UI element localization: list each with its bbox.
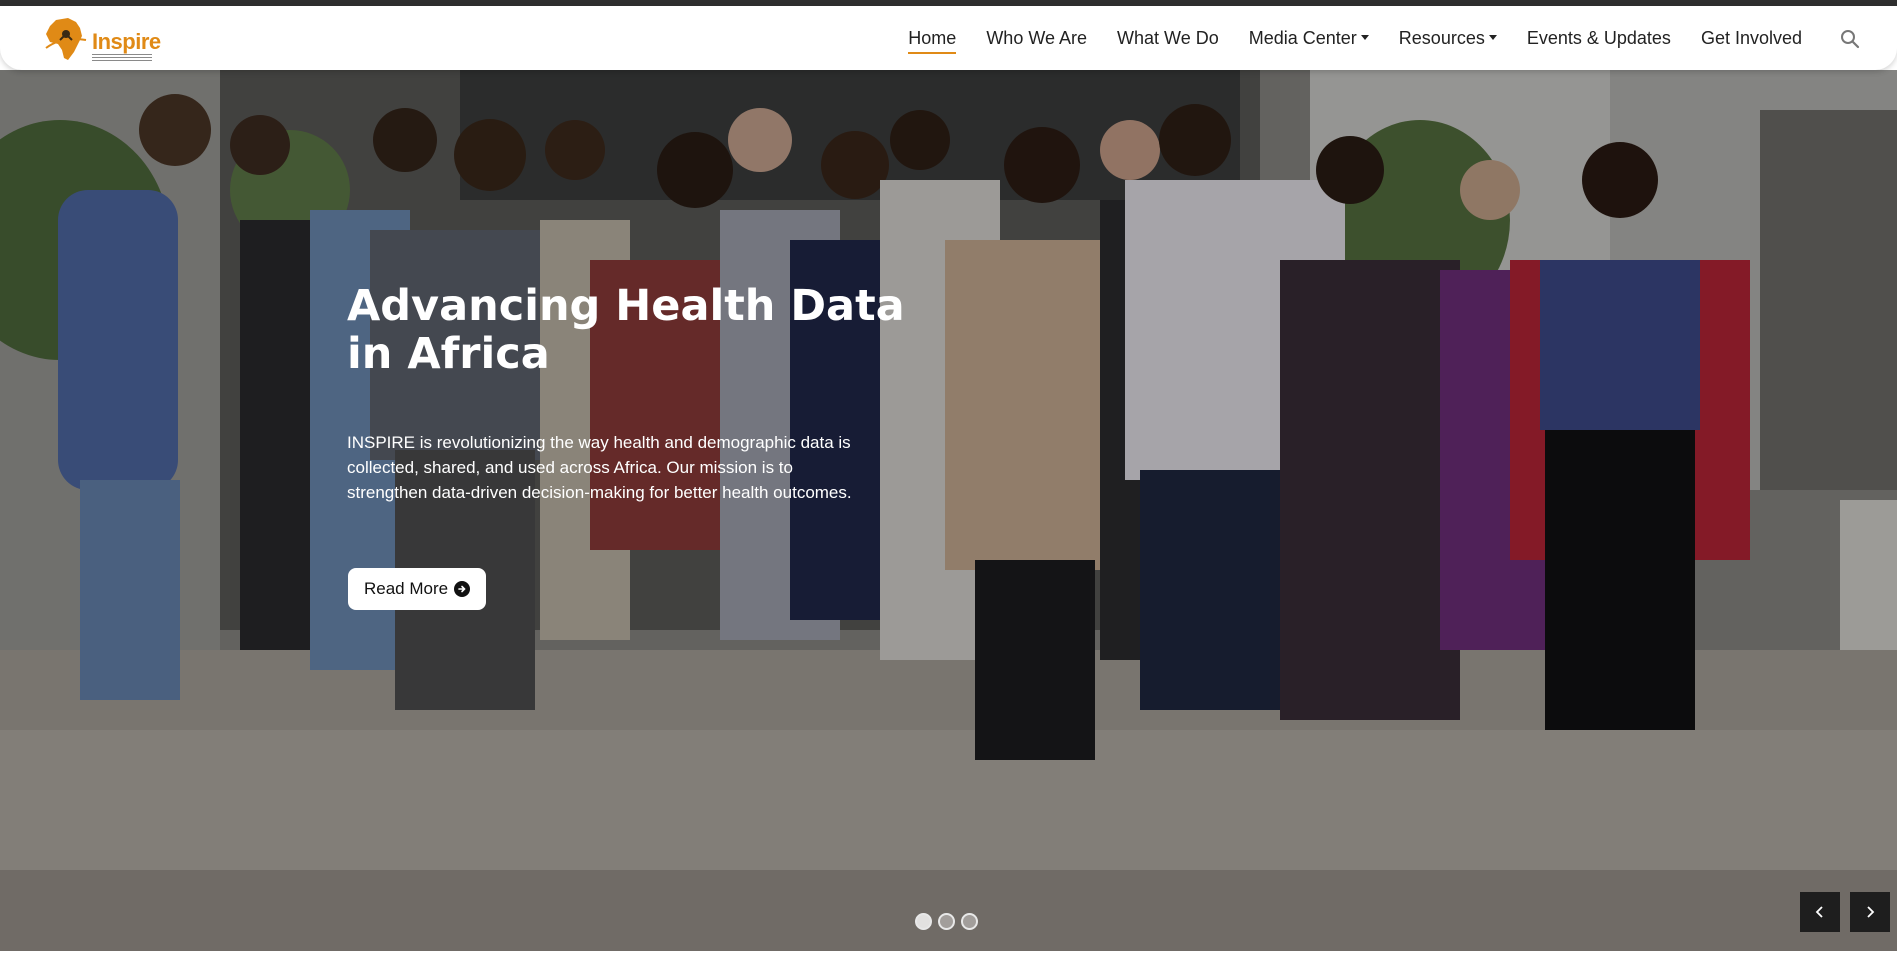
nav-who-we-are[interactable]: Who We Are bbox=[971, 6, 1102, 70]
nav-home-label: Home bbox=[908, 27, 957, 48]
nav-what-we-do-label: What We Do bbox=[1117, 27, 1219, 48]
carousel-dot-2[interactable] bbox=[938, 913, 955, 930]
carousel-next-button[interactable] bbox=[1850, 892, 1890, 932]
read-more-button[interactable]: Read More bbox=[348, 568, 487, 610]
nav-events-updates-label: Events & Updates bbox=[1526, 27, 1671, 48]
hero-carousel: Advancing Health Data in Africa INSPIRE … bbox=[0, 70, 1897, 953]
main-nav: Home Who We Are What We Do Media Center … bbox=[893, 6, 1817, 70]
search-icon bbox=[1841, 30, 1860, 49]
hero-title: Advancing Health Data in Africa bbox=[347, 281, 905, 379]
nav-what-we-do[interactable]: What We Do bbox=[1102, 6, 1234, 70]
logo-text: Inspire bbox=[92, 29, 161, 54]
nav-media-center-label: Media Center bbox=[1248, 27, 1357, 48]
caret-down-icon bbox=[1360, 34, 1369, 40]
nav-events-updates[interactable]: Events & Updates bbox=[1512, 6, 1686, 70]
nav-home[interactable]: Home bbox=[893, 6, 971, 70]
chevron-left-icon bbox=[1815, 906, 1823, 918]
carousel-dot-1[interactable] bbox=[915, 913, 932, 930]
navbar: Inspire Home Who We Are What We Do Media… bbox=[0, 6, 1897, 70]
arrow-right-circle-icon bbox=[454, 581, 471, 597]
site-logo[interactable]: Inspire bbox=[42, 14, 161, 68]
nav-get-involved-label: Get Involved bbox=[1700, 27, 1802, 48]
carousel-prev-button[interactable] bbox=[1800, 892, 1840, 932]
caret-down-icon bbox=[1488, 34, 1497, 40]
read-more-label: Read More bbox=[364, 579, 449, 598]
nav-resources[interactable]: Resources bbox=[1384, 6, 1512, 70]
carousel-dot-3[interactable] bbox=[961, 913, 978, 930]
hero-description: INSPIRE is revolutionizing the way healt… bbox=[347, 433, 852, 502]
hero-overlay bbox=[0, 70, 1897, 953]
nav-resources-label: Resources bbox=[1398, 27, 1485, 48]
nav-get-involved[interactable]: Get Involved bbox=[1686, 6, 1817, 70]
nav-who-we-are-label: Who We Are bbox=[986, 27, 1088, 48]
carousel-indicators bbox=[915, 913, 978, 930]
chevron-right-icon bbox=[1867, 906, 1875, 918]
nav-media-center[interactable]: Media Center bbox=[1234, 6, 1384, 70]
search-button[interactable] bbox=[1839, 28, 1861, 50]
logo-tagline bbox=[92, 54, 152, 62]
africa-map-icon bbox=[45, 18, 87, 60]
